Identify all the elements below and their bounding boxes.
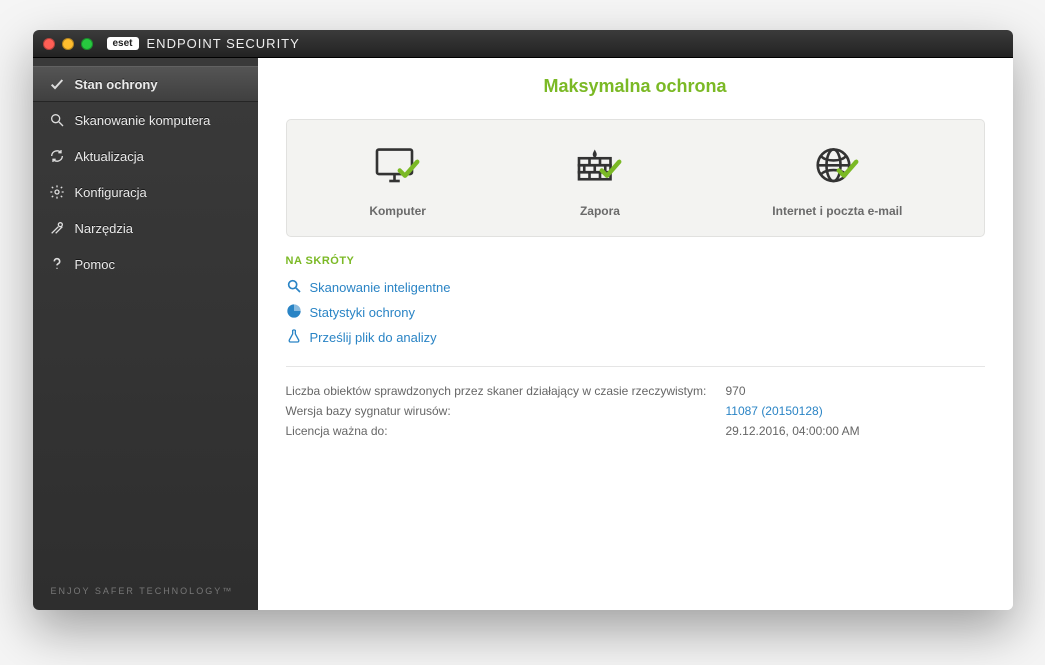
close-button[interactable] (43, 38, 55, 50)
main-content: Maksymalna ochrona Komputer (258, 58, 1013, 610)
firewall-icon (570, 142, 630, 192)
tools-icon (49, 220, 65, 236)
info-value: 970 (726, 384, 746, 398)
refresh-icon (49, 148, 65, 164)
status-label: Zapora (580, 204, 620, 218)
monitor-icon (368, 142, 428, 192)
shortcut-protection-stats[interactable]: Statystyki ochrony (286, 300, 985, 325)
window-controls (43, 38, 93, 50)
status-firewall[interactable]: Zapora (570, 142, 630, 218)
info-row-signature-db: Wersja bazy sygnatur wirusów: 11087 (201… (286, 401, 985, 421)
sidebar-item-label: Aktualizacja (75, 149, 144, 164)
sidebar-item-label: Narzędzia (75, 221, 134, 236)
shortcuts-heading: NA SKRÓTY (286, 255, 985, 267)
magnifier-icon (49, 112, 65, 128)
info-row-scanned-objects: Liczba obiektów sprawdzonych przez skane… (286, 381, 985, 401)
shortcut-label: Statystyki ochrony (310, 305, 416, 320)
status-label: Internet i poczta e-mail (772, 204, 902, 218)
magnifier-icon (286, 278, 302, 297)
page-title: Maksymalna ochrona (286, 76, 985, 97)
brand: eset ENDPOINT SECURITY (107, 36, 300, 51)
nav: Stan ochrony Skanowanie komputera Aktual… (33, 58, 258, 282)
shortcut-smart-scan[interactable]: Skanowanie inteligentne (286, 275, 985, 300)
shortcut-label: Prześlij plik do analizy (310, 330, 437, 345)
sidebar-item-setup[interactable]: Konfiguracja (33, 174, 258, 210)
signature-db-link[interactable]: 11087 (20150128) (726, 404, 823, 418)
sidebar-item-label: Stan ochrony (75, 77, 158, 92)
check-icon (49, 76, 65, 92)
status-computer[interactable]: Komputer (368, 142, 428, 218)
info-label: Wersja bazy sygnatur wirusów: (286, 404, 726, 418)
info-row-license: Licencja ważna do: 29.12.2016, 04:00:00 … (286, 421, 985, 441)
shortcut-submit-file[interactable]: Prześlij plik do analizy (286, 325, 985, 350)
titlebar: eset ENDPOINT SECURITY (33, 30, 1013, 58)
sidebar-item-update[interactable]: Aktualizacja (33, 138, 258, 174)
zoom-button[interactable] (81, 38, 93, 50)
brand-logo: eset (107, 37, 139, 50)
sidebar-item-protection-status[interactable]: Stan ochrony (33, 66, 258, 102)
globe-icon (807, 142, 867, 192)
info-label: Licencja ważna do: (286, 424, 726, 438)
sidebar: Stan ochrony Skanowanie komputera Aktual… (33, 58, 258, 610)
app-window: eset ENDPOINT SECURITY Stan ochrony Skan… (33, 30, 1013, 610)
sidebar-item-label: Pomoc (75, 257, 115, 272)
sidebar-item-label: Konfiguracja (75, 185, 147, 200)
sidebar-item-computer-scan[interactable]: Skanowanie komputera (33, 102, 258, 138)
flask-icon (286, 328, 302, 347)
question-icon (49, 256, 65, 272)
brand-title: ENDPOINT SECURITY (147, 36, 300, 51)
sidebar-item-tools[interactable]: Narzędzia (33, 210, 258, 246)
piechart-icon (286, 303, 302, 322)
gear-icon (49, 184, 65, 200)
app-body: Stan ochrony Skanowanie komputera Aktual… (33, 58, 1013, 610)
minimize-button[interactable] (62, 38, 74, 50)
sidebar-item-label: Skanowanie komputera (75, 113, 211, 128)
divider (286, 366, 985, 367)
sidebar-footer: ENJOY SAFER TECHNOLOGY™ (33, 572, 258, 610)
status-internet-email[interactable]: Internet i poczta e-mail (772, 142, 902, 218)
status-label: Komputer (369, 204, 426, 218)
shortcut-label: Skanowanie inteligentne (310, 280, 451, 295)
info-value: 29.12.2016, 04:00:00 AM (726, 424, 860, 438)
sidebar-item-help[interactable]: Pomoc (33, 246, 258, 282)
protection-status-box: Komputer (286, 119, 985, 237)
info-label: Liczba obiektów sprawdzonych przez skane… (286, 384, 726, 398)
